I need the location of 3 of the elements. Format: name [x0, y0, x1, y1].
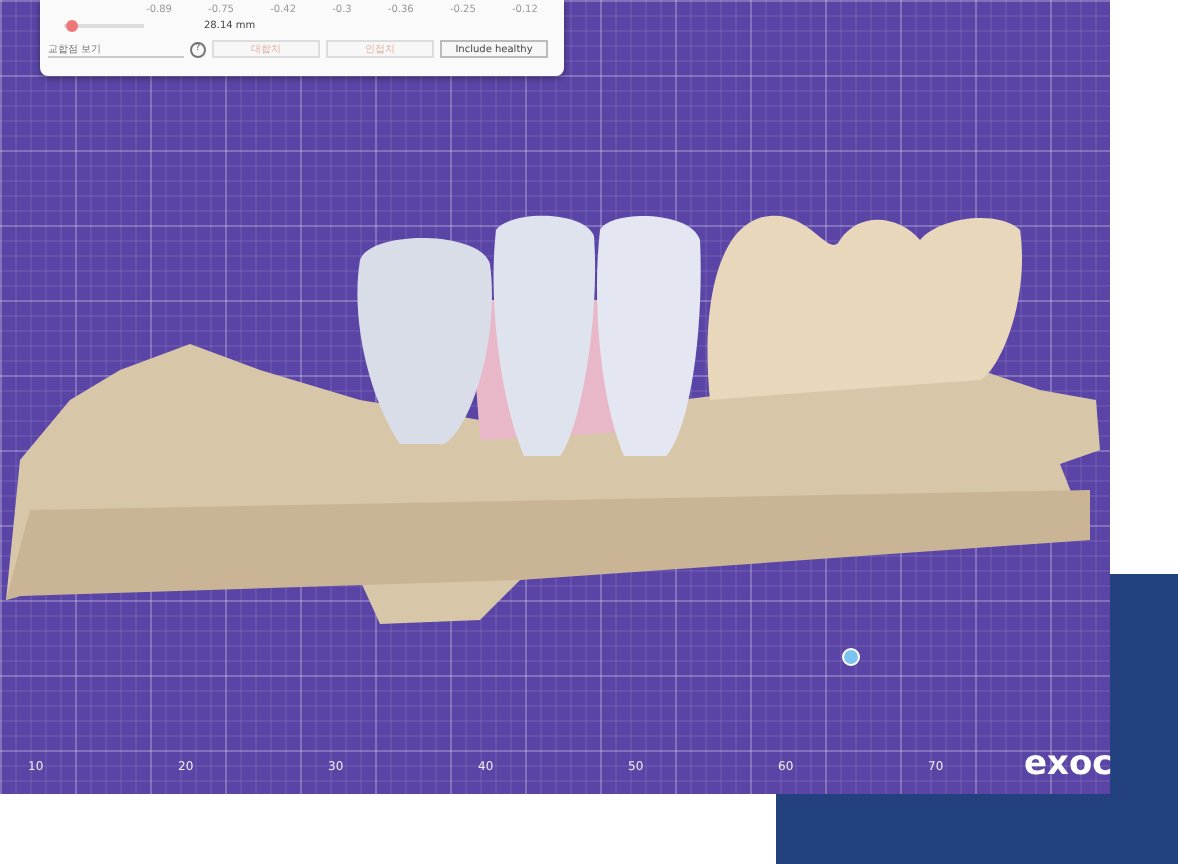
slider-thumb[interactable]: [66, 20, 78, 32]
brand-logo: exoc: [1024, 744, 1113, 784]
point-marker[interactable]: [842, 648, 860, 666]
